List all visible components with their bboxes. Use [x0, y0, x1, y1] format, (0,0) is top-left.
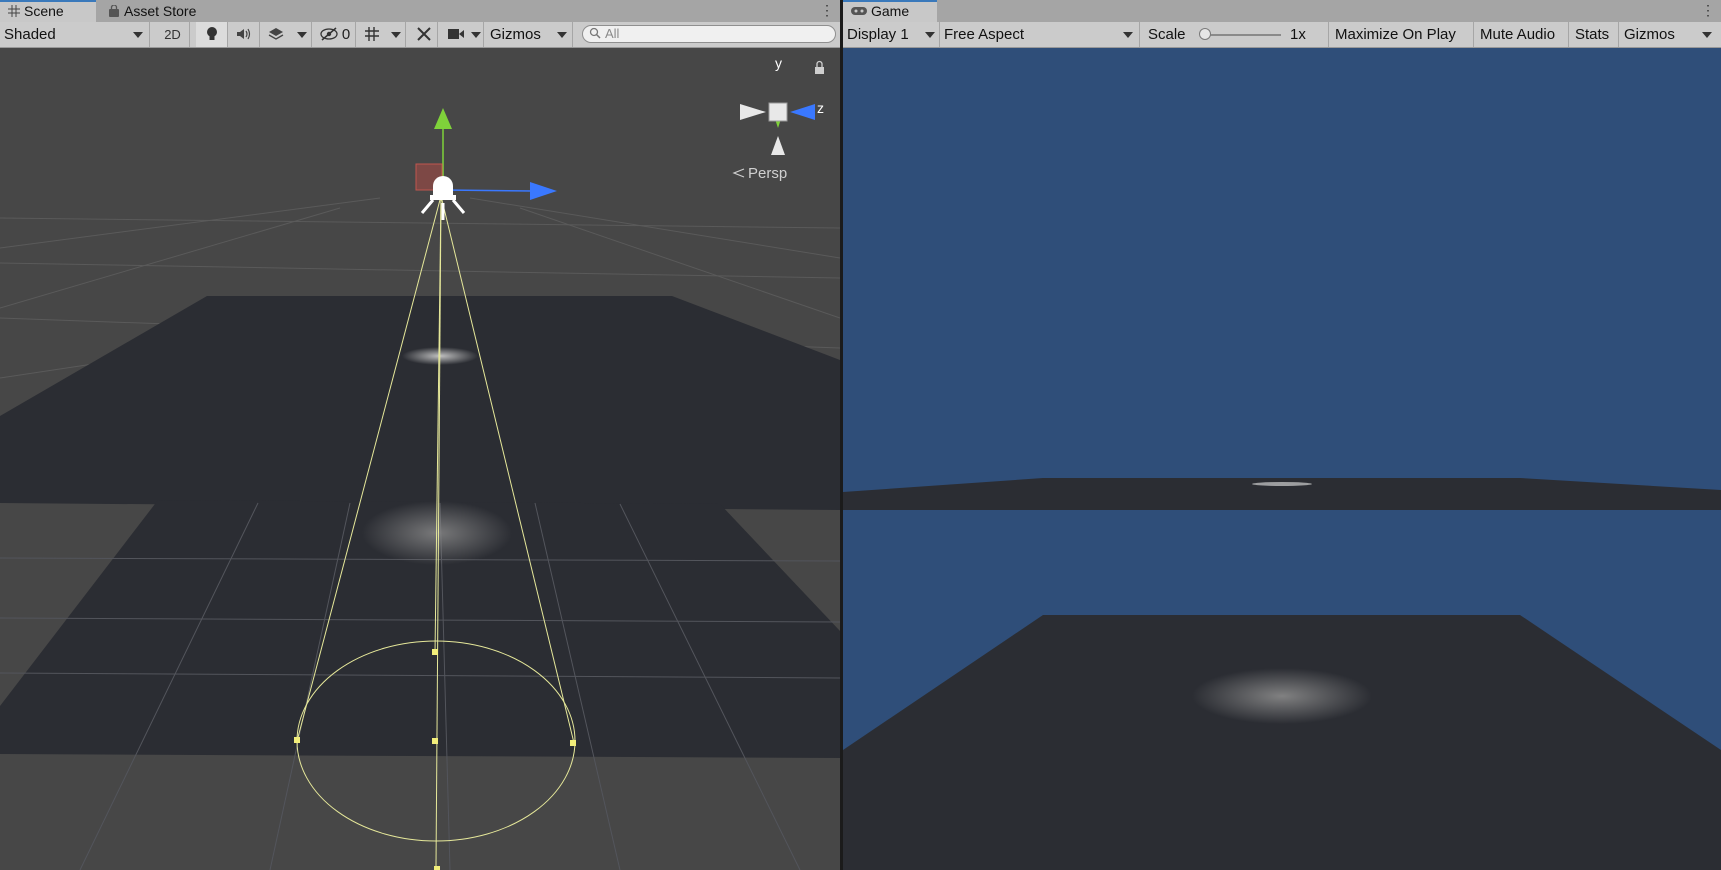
game-menu-icon[interactable]: ⋮: [1701, 0, 1715, 22]
display-value: Display 1: [847, 26, 909, 43]
game-light-pool: [1192, 668, 1372, 724]
game-gizmos-dropdown[interactable]: Gizmos: [1619, 22, 1719, 47]
speaker-icon: [236, 26, 252, 42]
gamepad-icon: [851, 3, 867, 15]
scale-label: Scale: [1148, 26, 1186, 43]
tab-asset-store-label: Asset Store: [124, 3, 197, 19]
audio-toggle[interactable]: [228, 22, 260, 47]
grid-snap-toggle[interactable]: [358, 22, 386, 47]
chevron-down-icon: [1123, 32, 1133, 38]
scale-value: 1x: [1290, 26, 1306, 43]
game-tabbar: Game ⋮: [843, 0, 1721, 23]
game-light-streak: [1252, 482, 1312, 486]
camera-settings-dropdown[interactable]: [442, 22, 484, 47]
effects-dropdown[interactable]: [292, 22, 312, 47]
chevron-down-icon: [133, 32, 143, 38]
2d-toggle-button[interactable]: 2D: [156, 22, 190, 47]
2d-toggle-label: 2D: [164, 27, 181, 42]
display-dropdown[interactable]: Display 1: [843, 22, 940, 47]
chevron-down-icon: [925, 32, 935, 38]
chevron-down-icon: [557, 32, 567, 38]
lighting-toggle[interactable]: [196, 22, 228, 47]
mute-audio-toggle[interactable]: Mute Audio: [1474, 22, 1569, 47]
effects-toggle[interactable]: [260, 22, 292, 47]
layers-icon: [268, 26, 284, 42]
grid-snap-icon: [364, 26, 380, 42]
game-canvas: [843, 48, 1721, 870]
game-gizmos-label: Gizmos: [1624, 26, 1675, 43]
grid-icon: [8, 3, 20, 17]
hidden-objects-toggle[interactable]: 0: [316, 22, 356, 47]
game-panel: Game ⋮ Display 1 Free Aspect Scale 1x Ma…: [843, 0, 1721, 870]
aspect-dropdown[interactable]: Free Aspect: [940, 22, 1140, 47]
scene-menu-icon[interactable]: ⋮: [820, 0, 834, 22]
game-toolbar: Display 1 Free Aspect Scale 1x Maximize …: [843, 22, 1721, 48]
camera-icon: [448, 26, 464, 42]
tab-game[interactable]: Game: [843, 0, 937, 22]
maximize-on-play-label: Maximize On Play: [1335, 26, 1456, 43]
tools-icon: [416, 26, 432, 42]
tools-toggle[interactable]: [410, 22, 438, 47]
game-viewport[interactable]: [843, 48, 1721, 870]
stats-toggle[interactable]: Stats: [1569, 22, 1619, 47]
scene-canvas: y z Persp: [0, 48, 840, 870]
chevron-down-icon: [391, 32, 401, 38]
shading-mode-dropdown[interactable]: Shaded: [0, 22, 150, 47]
scale-slider-knob[interactable]: [1199, 28, 1211, 40]
scene-search-input[interactable]: All: [582, 25, 836, 43]
tab-scene[interactable]: Scene: [0, 0, 96, 22]
search-placeholder: All: [605, 26, 620, 41]
mute-audio-label: Mute Audio: [1480, 26, 1556, 43]
tab-asset-store[interactable]: Asset Store: [100, 0, 220, 22]
gizmo-center-cube[interactable]: [768, 102, 788, 122]
search-icon: [589, 27, 601, 43]
scale-control: Scale 1x: [1140, 22, 1329, 47]
scene-gizmos-label: Gizmos: [490, 26, 541, 43]
tab-game-label: Game: [871, 3, 910, 19]
chevron-down-icon: [471, 32, 481, 38]
bag-icon: [108, 1, 120, 17]
chevron-down-icon: [1702, 32, 1712, 38]
scale-slider-track[interactable]: [1203, 34, 1281, 36]
hidden-count: 0: [341, 26, 351, 43]
eye-slash-icon: [320, 26, 342, 42]
scene-viewport[interactable]: y z Persp: [0, 48, 840, 870]
projection-label[interactable]: Persp: [748, 165, 787, 182]
tab-scene-label: Scene: [24, 3, 64, 19]
gizmo-z-label: z: [817, 100, 824, 116]
maximize-on-play-toggle[interactable]: Maximize On Play: [1329, 22, 1474, 47]
scene-panel: Scene Asset Store ⋮ Shaded 2D 0 Gizmos A…: [0, 0, 840, 870]
scene-gizmos-dropdown[interactable]: Gizmos: [486, 22, 573, 47]
scene-tabbar: Scene Asset Store ⋮: [0, 0, 840, 23]
gizmo-y-label: y: [775, 55, 782, 71]
grid-dropdown[interactable]: [386, 22, 406, 47]
lightbulb-icon: [205, 26, 219, 42]
stats-label: Stats: [1575, 26, 1610, 43]
aspect-value: Free Aspect: [944, 26, 1025, 43]
shading-mode-value: Shaded: [4, 26, 56, 43]
scene-toolbar: Shaded 2D 0 Gizmos All: [0, 22, 840, 48]
chevron-down-icon: [297, 32, 307, 38]
